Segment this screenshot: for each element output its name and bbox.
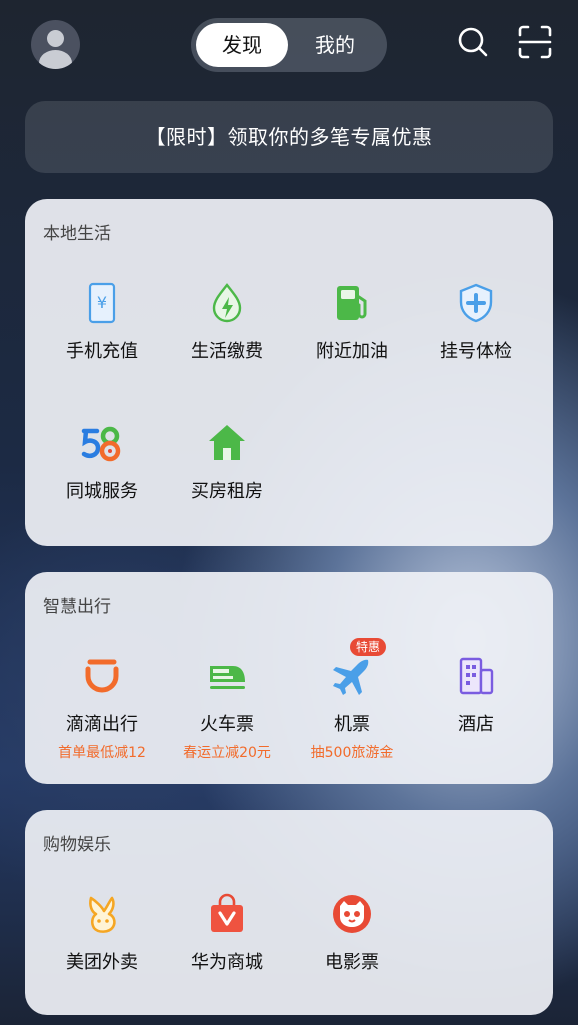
- phone-recharge-icon: ¥: [80, 281, 124, 325]
- tab-discover[interactable]: 发现: [196, 23, 288, 67]
- item-train[interactable]: 火车票 春运立减20元: [163, 654, 291, 762]
- shopping-card: 购物娱乐 美团外卖 华为商城 电影票: [25, 810, 553, 1015]
- scan-icon[interactable]: [515, 22, 555, 62]
- segmented-tabs: 发现 我的: [191, 18, 387, 72]
- item-house-rent[interactable]: 买房租房: [163, 421, 291, 503]
- item-meituan-waimai[interactable]: 美团外卖: [38, 892, 166, 974]
- card-title: 购物娱乐: [43, 835, 111, 855]
- promo-badge: 特惠: [350, 638, 387, 656]
- item-didi[interactable]: 滴滴出行 首单最低减12: [38, 654, 166, 762]
- item-medical-checkup[interactable]: 挂号体检: [412, 281, 540, 363]
- plane-icon: 特惠: [330, 638, 387, 698]
- meituan-waimai-icon: [80, 892, 124, 936]
- hotel-icon: [454, 654, 498, 698]
- search-icon[interactable]: [453, 22, 493, 62]
- avatar[interactable]: [31, 20, 80, 69]
- item-label: 酒店: [458, 714, 494, 735]
- item-label: 机票: [334, 714, 370, 735]
- 58-logo-icon: [80, 421, 124, 465]
- item-label: 华为商城: [191, 952, 263, 973]
- item-city-service[interactable]: 同城服务: [38, 421, 166, 503]
- item-promo: 首单最低减12: [58, 745, 146, 761]
- item-gas-station[interactable]: 附近加油: [288, 281, 416, 363]
- item-phone-recharge[interactable]: ¥ 手机充值: [38, 281, 166, 363]
- train-icon: [205, 654, 249, 698]
- item-label: 附近加油: [316, 341, 388, 362]
- tab-mine[interactable]: 我的: [289, 23, 381, 67]
- item-label: 买房租房: [191, 481, 263, 502]
- gas-station-icon: [330, 281, 374, 325]
- smart-travel-card: 智慧出行 滴滴出行 首单最低减12 火车票 春运立减20元 特惠 机票 抽500…: [25, 572, 553, 784]
- movie-cat-icon: [330, 892, 374, 936]
- item-label: 火车票: [200, 714, 254, 735]
- promo-banner[interactable]: 【限时】领取你的多笔专属优惠: [25, 101, 553, 173]
- item-label: 挂号体检: [440, 341, 512, 362]
- svg-text:¥: ¥: [97, 293, 107, 312]
- item-label: 生活缴费: [191, 341, 263, 362]
- medical-shield-icon: [454, 281, 498, 325]
- utility-payment-icon: [205, 281, 249, 325]
- item-label: 美团外卖: [66, 952, 138, 973]
- item-label: 滴滴出行: [66, 714, 138, 735]
- local-life-card: 本地生活 ¥ 手机充值 生活缴费 附近加油 挂号体检 同城服务 买房租房: [25, 199, 553, 546]
- didi-icon: [80, 654, 124, 698]
- item-promo: 春运立减20元: [183, 745, 271, 761]
- card-title: 智慧出行: [43, 597, 111, 617]
- card-title: 本地生活: [43, 224, 111, 244]
- item-label: 电影票: [325, 952, 379, 973]
- item-utility-payment[interactable]: 生活缴费: [163, 281, 291, 363]
- item-label: 手机充值: [66, 341, 138, 362]
- item-movie-ticket[interactable]: 电影票: [288, 892, 416, 974]
- shopping-bag-icon: [205, 892, 249, 936]
- top-bar: 发现 我的: [0, 0, 578, 92]
- item-label: 同城服务: [66, 481, 138, 502]
- item-hotel[interactable]: 酒店: [412, 654, 540, 736]
- item-huawei-mall[interactable]: 华为商城: [163, 892, 291, 974]
- item-flight[interactable]: 特惠 机票 抽500旅游金: [288, 638, 416, 762]
- house-icon: [205, 421, 249, 465]
- item-promo: 抽500旅游金: [310, 745, 394, 761]
